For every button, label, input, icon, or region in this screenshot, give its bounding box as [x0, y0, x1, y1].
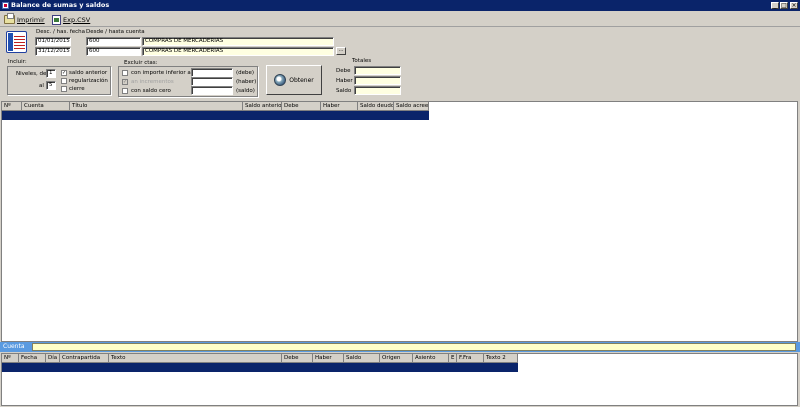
- col-header-numero[interactable]: Nº: [2, 102, 22, 111]
- col-header-texto[interactable]: Texto: [109, 354, 282, 363]
- account-from-field[interactable]: 600: [86, 37, 141, 46]
- close-button[interactable]: ×: [790, 2, 798, 9]
- col-header-fecha[interactable]: Fecha: [19, 354, 46, 363]
- cuenta-label: Cuenta: [3, 343, 25, 350]
- total-debe-field: [354, 66, 401, 75]
- account-range-label: Desde / hasta cuenta: [86, 29, 145, 35]
- incrementos-checkbox: ✓: [122, 79, 128, 85]
- col-header-titulo[interactable]: Título: [70, 102, 243, 111]
- saldo-cero-checkbox[interactable]: [122, 88, 128, 94]
- col-header-debe[interactable]: Debe: [282, 354, 313, 363]
- date-range-label: Desc. / has. fecha: [36, 29, 86, 35]
- window-title: Balance de sumas y saldos: [11, 1, 110, 9]
- total-saldo-label: Saldo: [336, 88, 352, 94]
- movements-grid[interactable]: Nº Fecha Día Contrapartida Texto Debe Ha…: [1, 353, 798, 406]
- saldo-anterior-label: saldo anterior: [69, 70, 108, 76]
- minimize-button[interactable]: _: [771, 2, 779, 9]
- haber-suffix: (haber): [236, 79, 257, 85]
- col-header-numero[interactable]: Nº: [2, 354, 19, 363]
- obtener-label: Obtener: [289, 76, 314, 84]
- col-header-texto2[interactable]: Texto 2: [484, 354, 518, 363]
- regularizacion-checkbox[interactable]: [61, 78, 67, 84]
- date-to-field[interactable]: 31/12/2015: [35, 47, 71, 56]
- totales-label: Totales: [352, 58, 372, 64]
- cierre-label: cierre: [69, 86, 85, 92]
- account-to-field[interactable]: 600: [86, 47, 141, 56]
- account-from-name: COMPRAS DE MERCADERIAS: [142, 37, 334, 46]
- saldo-suffix: (saldo): [236, 88, 255, 94]
- debe-suffix: (debe): [236, 70, 255, 76]
- table-row[interactable]: [2, 111, 429, 120]
- cuenta-bar: Cuenta: [0, 342, 800, 352]
- obtener-button[interactable]: Obtener: [266, 65, 322, 95]
- cierre-checkbox[interactable]: [61, 86, 67, 92]
- importe-haber-field[interactable]: [191, 77, 233, 86]
- col-header-contrapartida[interactable]: Contrapartida: [60, 354, 109, 363]
- niveles-from-field[interactable]: 1: [46, 69, 56, 78]
- date-from-field[interactable]: 01/01/2015: [35, 37, 71, 46]
- table-row[interactable]: [2, 363, 518, 372]
- export-csv-button[interactable]: Exp.CSV: [52, 13, 90, 26]
- ledger-book-icon: [6, 31, 27, 53]
- window-titlebar: Balance de sumas y saldos: [0, 0, 800, 11]
- importe-inferior-label: con importe inferior a:: [131, 70, 193, 76]
- account-browse-button[interactable]: ...: [336, 47, 346, 55]
- saldo-anterior-checkbox[interactable]: ✓: [61, 70, 67, 76]
- col-header-saldo[interactable]: Saldo: [344, 354, 380, 363]
- col-header-cuenta[interactable]: Cuenta: [22, 102, 70, 111]
- spreadsheet-icon: [52, 14, 61, 25]
- account-to-name: COMPRAS DE MERCADERIAS: [142, 47, 334, 56]
- col-header-saldo-acreedor[interactable]: Saldo acreedor: [394, 102, 429, 111]
- print-label: Imprimir: [17, 15, 45, 24]
- importe-inferior-checkbox[interactable]: [122, 70, 128, 76]
- saldo-cero-label: con saldo cero: [131, 88, 171, 94]
- total-debe-label: Debe: [336, 68, 351, 74]
- col-header-ffra[interactable]: F.Fra: [457, 354, 484, 363]
- niveles-del-label: Niveles, del: [16, 71, 48, 77]
- col-header-dia[interactable]: Día: [46, 354, 60, 363]
- col-header-saldo-deudor[interactable]: Saldo deudor: [358, 102, 394, 111]
- niveles-to-field[interactable]: 5: [46, 81, 56, 90]
- printer-icon: [4, 13, 15, 24]
- col-header-e[interactable]: E: [449, 354, 457, 363]
- incrementos-label: an incrementos: [131, 79, 174, 85]
- importe-debe-field[interactable]: [191, 68, 233, 77]
- col-header-debe[interactable]: Debe: [282, 102, 321, 111]
- regularizacion-label: regularización: [69, 78, 108, 84]
- col-header-origen[interactable]: Origen: [380, 354, 413, 363]
- total-haber-label: Haber: [336, 78, 353, 84]
- maximize-button[interactable]: □: [780, 2, 788, 9]
- col-header-haber[interactable]: Haber: [321, 102, 358, 111]
- print-button[interactable]: Imprimir: [4, 13, 45, 26]
- app-icon: [2, 2, 9, 9]
- col-header-asiento[interactable]: Asiento: [413, 354, 449, 363]
- total-saldo-field: [354, 86, 401, 95]
- total-haber-field: [354, 76, 401, 85]
- toolbar: [0, 11, 800, 27]
- export-csv-label: Exp.CSV: [63, 15, 91, 24]
- disc-icon: [274, 74, 287, 86]
- cuenta-field: [32, 343, 796, 351]
- importe-saldo-field[interactable]: [191, 86, 233, 95]
- col-header-haber[interactable]: Haber: [313, 354, 344, 363]
- incluir-label: Incluir:: [8, 59, 27, 65]
- niveles-al-label: al: [39, 83, 44, 89]
- col-header-saldo-anterior[interactable]: Saldo anterior: [243, 102, 282, 111]
- balance-grid[interactable]: Nº Cuenta Título Saldo anterior Debe Hab…: [1, 101, 798, 342]
